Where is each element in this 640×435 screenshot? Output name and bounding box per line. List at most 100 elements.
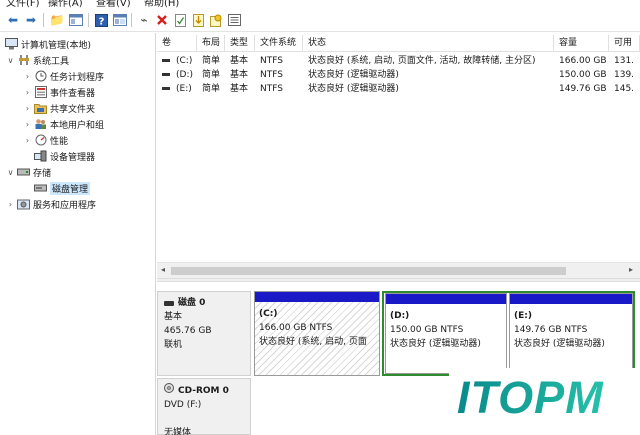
volume-type: 基本 [230, 70, 249, 80]
storage-icon [17, 166, 30, 179]
tools-icon [17, 54, 30, 67]
forward-icon[interactable]: ➡ [23, 12, 39, 28]
tree-label: 服务和应用程序 [33, 200, 97, 211]
properties-icon[interactable] [172, 12, 188, 28]
cdrom-type: DVD (F:) [164, 400, 202, 410]
help-icon[interactable]: ? [93, 12, 109, 28]
volume-icon [162, 73, 170, 76]
partition-bar [255, 292, 379, 302]
column-header-status[interactable]: 状态 [303, 35, 554, 52]
partition-body: (C:) 166.00 GB NTFS 状态良好 (系统, 启动, 页面 [255, 302, 379, 375]
computer-management-icon [5, 38, 18, 51]
partition-body: (D:) 150.00 GB NTFS 状态良好 (逻辑驱动器) [386, 304, 506, 373]
toolbar-separator [43, 13, 44, 27]
volume-free: 139. [614, 70, 635, 80]
volume-name: (D:) [176, 70, 193, 80]
chevron-right-icon[interactable]: › [23, 104, 32, 113]
device-manager-icon [34, 150, 47, 163]
back-icon[interactable]: ⬅ [5, 12, 21, 28]
menu-action[interactable]: 操作(A) [48, 0, 83, 8]
column-header-volume[interactable]: 卷 [157, 35, 197, 52]
partition-body: (E:) 149.76 GB NTFS 状态良好 (逻辑驱动器) [510, 304, 632, 373]
chevron-down-icon[interactable]: ∨ [6, 56, 15, 65]
disk-0-label[interactable]: 磁盘 0 基本 465.76 GB 联机 [157, 291, 251, 376]
list-icon[interactable] [226, 12, 242, 28]
volume-capacity: 166.00 GB [559, 56, 607, 66]
volume-status: 状态良好 (系统, 启动, 页面文件, 活动, 故障转储, 主分区) [308, 56, 536, 66]
volume-free: 131. [614, 56, 635, 66]
horizontal-scrollbar[interactable]: ◂ ▸ [157, 262, 640, 278]
scroll-right-icon[interactable]: ▸ [629, 265, 633, 274]
import-icon[interactable] [190, 12, 206, 28]
watermark-text: ITOPM [457, 372, 604, 423]
chevron-right-icon[interactable]: › [6, 200, 15, 209]
volume-capacity: 150.00 GB [559, 70, 607, 80]
tree-item-task-scheduler[interactable]: › 任务计划程序 [23, 68, 104, 84]
tree-item-services[interactable]: › 服务和应用程序 [6, 196, 96, 212]
volume-icon [162, 87, 170, 90]
chevron-right-icon[interactable]: › [23, 88, 32, 97]
partition-name: (C:) [259, 309, 278, 319]
tree-item-performance[interactable]: › 性能 [23, 132, 68, 148]
toolbar-separator [131, 13, 132, 27]
column-header-free[interactable]: 可用 [609, 35, 640, 52]
column-header-capacity[interactable]: 容量 [554, 35, 609, 52]
menu-help[interactable]: 帮助(H) [144, 0, 179, 8]
partition-status: 状态良好 (逻辑驱动器) [514, 339, 605, 349]
cdrom-label[interactable]: CD-ROM 0 DVD (F:) 无媒体 [157, 378, 251, 435]
up-folder-icon[interactable]: 📁 [49, 12, 65, 28]
table-row[interactable]: (D:) 简单 基本 NTFS 状态良好 (逻辑驱动器) 150.00 GB 1… [157, 68, 640, 82]
volume-filesystem: NTFS [260, 56, 283, 66]
tree-item-local-users[interactable]: › 本地用户和组 [23, 116, 104, 132]
tree-label: 事件查看器 [50, 88, 96, 99]
chevron-right-icon[interactable]: › [23, 120, 32, 129]
chevron-down-icon[interactable]: ∨ [6, 168, 15, 177]
tree-label: 设备管理器 [50, 152, 96, 163]
connect-icon[interactable]: ⌁ [136, 12, 152, 28]
volume-status: 状态良好 (逻辑驱动器) [308, 70, 399, 80]
cdrom-status: 无媒体 [164, 428, 192, 435]
tree-item-storage[interactable]: ∨ 存储 [6, 164, 51, 180]
tree-item-disk-management[interactable]: 磁盘管理 [32, 180, 91, 196]
cdrom-icon [164, 383, 174, 398]
column-header-filesystem[interactable]: 文件系统 [255, 35, 303, 52]
tree-item-root[interactable]: 计算机管理(本地) [3, 36, 91, 52]
scroll-left-icon[interactable]: ◂ [161, 265, 165, 274]
column-header-type[interactable]: 类型 [225, 35, 255, 52]
view-icon[interactable] [112, 12, 128, 28]
table-row[interactable]: (C:) 简单 基本 NTFS 状态良好 (系统, 启动, 页面文件, 活动, … [157, 54, 640, 68]
volume-type: 基本 [230, 84, 249, 94]
tree-item-device-manager[interactable]: 设备管理器 [32, 148, 95, 164]
services-icon [17, 198, 30, 211]
partition-bar [510, 294, 632, 304]
column-header-layout[interactable]: 布局 [197, 35, 225, 52]
toolbar-separator [88, 13, 89, 27]
menu-view[interactable]: 查看(V) [96, 0, 131, 8]
menu-bar: 文件(F) 操作(A) 查看(V) 帮助(H) [0, 0, 640, 8]
partition-c[interactable]: (C:) 166.00 GB NTFS 状态良好 (系统, 启动, 页面 [254, 291, 380, 376]
partition-status: 状态良好 (逻辑驱动器) [390, 339, 481, 349]
chevron-right-icon[interactable]: › [23, 136, 32, 145]
chevron-right-icon[interactable]: › [23, 72, 32, 81]
partition-d[interactable]: (D:) 150.00 GB NTFS 状态良好 (逻辑驱动器) [385, 293, 507, 374]
volume-name: (E:) [176, 84, 192, 94]
table-row[interactable]: (E:) 简单 基本 NTFS 状态良好 (逻辑驱动器) 149.76 GB 1… [157, 82, 640, 96]
tree-item-shared-folders[interactable]: › 共享文件夹 [23, 100, 95, 116]
tree-item-system-tools[interactable]: ∨ 系统工具 [6, 52, 69, 68]
partition-e[interactable]: (E:) 149.76 GB NTFS 状态良好 (逻辑驱动器) [509, 293, 633, 374]
delete-icon[interactable] [154, 12, 170, 28]
users-icon [34, 118, 47, 131]
scrollbar-thumb[interactable] [171, 267, 566, 275]
export-icon[interactable] [208, 12, 224, 28]
menu-file[interactable]: 文件(F) [6, 0, 40, 8]
volume-status: 状态良好 (逻辑驱动器) [308, 84, 399, 94]
volume-icon [162, 59, 170, 62]
console-tree-icon[interactable] [68, 12, 84, 28]
partition-size: 150.00 GB NTFS [390, 325, 464, 335]
tree-label: 共享文件夹 [50, 104, 96, 115]
volume-capacity: 149.76 GB [559, 84, 607, 94]
volume-layout: 简单 [202, 84, 221, 94]
tree-item-event-viewer[interactable]: › 事件查看器 [23, 84, 95, 100]
navigation-tree: 计算机管理(本地) ∨ 系统工具 › 任务计划程序 › 事件查看器 › 共享文件… [0, 33, 156, 435]
partition-size: 166.00 GB NTFS [259, 323, 333, 333]
